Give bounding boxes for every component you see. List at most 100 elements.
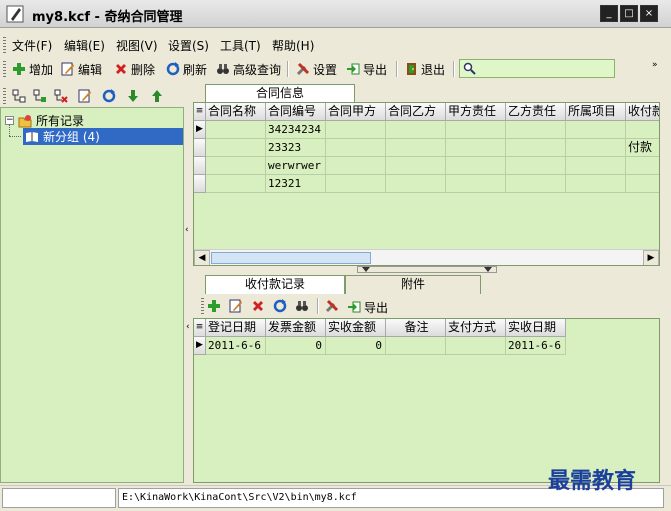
menu-file[interactable]: 文件(F) xyxy=(12,37,52,54)
scroll-left-arrow-icon[interactable]: ◀ xyxy=(194,250,210,265)
grid-cell[interactable] xyxy=(566,121,626,139)
grid-cell[interactable] xyxy=(386,157,446,175)
grid-cell[interactable] xyxy=(446,121,506,139)
grid-cell[interactable]: 付款 xyxy=(626,139,659,157)
refresh-button[interactable]: 刷新 xyxy=(166,60,207,78)
column-header[interactable]: 乙方责任 xyxy=(506,103,566,121)
delete-x-icon[interactable] xyxy=(251,299,265,313)
column-header[interactable]: 收付款 xyxy=(626,103,659,121)
add-button[interactable]: 增加 xyxy=(12,60,53,78)
grid-cell[interactable] xyxy=(386,175,446,193)
tools-icon[interactable] xyxy=(325,299,339,313)
grid-cell[interactable]: 34234234 xyxy=(266,121,326,139)
grid-cell[interactable] xyxy=(626,157,659,175)
grid-cell[interactable] xyxy=(206,121,266,139)
grid-cell[interactable]: 2011-6-6 xyxy=(206,337,266,355)
grid-cell[interactable] xyxy=(326,157,386,175)
refresh-icon[interactable] xyxy=(273,299,287,313)
grid-cell[interactable] xyxy=(326,139,386,157)
grid-cell[interactable] xyxy=(446,175,506,193)
menu-help[interactable]: 帮助(H) xyxy=(272,37,314,54)
delete-button[interactable]: 删除 xyxy=(114,60,155,78)
close-button[interactable]: × xyxy=(640,5,658,22)
grid-options-icon[interactable]: ≡ xyxy=(194,319,206,337)
column-header[interactable]: 合同编号 xyxy=(266,103,326,121)
current-row-indicator-icon[interactable]: ▶ xyxy=(194,337,206,355)
edit-pencil-icon[interactable] xyxy=(229,299,243,313)
grid-options-icon[interactable]: ≡ xyxy=(194,103,206,121)
menu-edit[interactable]: 编辑(E) xyxy=(64,37,105,54)
collapse-down-icon[interactable] xyxy=(362,267,370,272)
grid-cell[interactable] xyxy=(446,337,506,355)
plus-icon[interactable] xyxy=(207,299,221,313)
grid-cell[interactable]: 0 xyxy=(326,337,386,355)
row-header[interactable] xyxy=(194,175,206,193)
settings-button[interactable]: 设置 xyxy=(296,60,337,78)
column-header[interactable]: 所属项目 xyxy=(566,103,626,121)
column-header[interactable]: 发票金额 xyxy=(266,319,326,337)
binoculars-icon[interactable] xyxy=(295,299,309,313)
grid-cell[interactable] xyxy=(506,175,566,193)
exit-button[interactable]: 退出 xyxy=(404,60,445,78)
search-input[interactable] xyxy=(459,59,615,78)
grid-cell[interactable] xyxy=(206,157,266,175)
grid-cell[interactable]: 23323 xyxy=(266,139,326,157)
column-header[interactable]: 合同乙方 xyxy=(386,103,446,121)
grid-cell[interactable]: werwrwer xyxy=(266,157,326,175)
tab-contract-info[interactable]: 合同信息 xyxy=(205,84,355,103)
grid-cell[interactable] xyxy=(506,121,566,139)
minimize-button[interactable]: _ xyxy=(600,5,618,22)
grid-cell[interactable] xyxy=(326,121,386,139)
grid-cell[interactable]: 12321 xyxy=(266,175,326,193)
tab-payment-records[interactable]: 收付款记录 xyxy=(205,275,345,294)
grid-cell[interactable] xyxy=(206,175,266,193)
collapse-down-icon[interactable] xyxy=(484,267,492,272)
grid-cell[interactable] xyxy=(326,175,386,193)
scrollbar-thumb[interactable] xyxy=(211,252,371,264)
move-down-icon[interactable] xyxy=(126,89,140,103)
advanced-search-button[interactable]: 高级查询 xyxy=(216,60,281,78)
column-header[interactable]: 实收日期 xyxy=(506,319,566,337)
grid-cell[interactable] xyxy=(386,139,446,157)
export-button[interactable]: 导出 xyxy=(346,60,387,78)
collapse-left-arrow-icon[interactable]: ‹ xyxy=(185,225,189,235)
grid-cell[interactable] xyxy=(626,175,659,193)
collapse-left-arrow-icon[interactable]: ‹ xyxy=(186,322,190,332)
menu-settings[interactable]: 设置(S) xyxy=(168,37,209,54)
grid-cell[interactable] xyxy=(566,175,626,193)
current-row-indicator-icon[interactable]: ▶ xyxy=(194,121,206,139)
grid-cell[interactable] xyxy=(386,337,446,355)
column-header[interactable]: 支付方式 xyxy=(446,319,506,337)
row-header[interactable] xyxy=(194,139,206,157)
grid-cell[interactable] xyxy=(446,157,506,175)
tree-expand-icon[interactable] xyxy=(12,89,26,103)
menu-tools[interactable]: 工具(T) xyxy=(220,37,261,54)
tree-refresh-icon[interactable] xyxy=(102,89,116,103)
grid-cell[interactable] xyxy=(506,139,566,157)
vertical-splitter[interactable]: ‹ xyxy=(184,85,193,483)
menu-view[interactable]: 视图(V) xyxy=(116,37,158,54)
tree-edit-icon[interactable] xyxy=(78,89,92,103)
column-header[interactable]: 实收金额 xyxy=(326,319,386,337)
move-up-icon[interactable] xyxy=(150,89,164,103)
horizontal-scrollbar[interactable]: ◀ ▶ xyxy=(194,249,659,265)
column-header[interactable]: 登记日期 xyxy=(206,319,266,337)
grid-cell[interactable]: 0 xyxy=(266,337,326,355)
grid-cell[interactable] xyxy=(626,121,659,139)
column-header[interactable]: 甲方责任 xyxy=(446,103,506,121)
toolbar-overflow-chevron-icon[interactable]: » xyxy=(652,60,658,70)
column-header[interactable]: 备注 xyxy=(386,319,446,337)
grid-cell[interactable] xyxy=(566,139,626,157)
tree-add-group-icon[interactable] xyxy=(33,89,47,103)
tab-attachments[interactable]: 附件 xyxy=(345,275,481,294)
edit-button[interactable]: 编辑 xyxy=(61,60,102,78)
grid-cell[interactable] xyxy=(386,121,446,139)
grid-cell[interactable] xyxy=(566,157,626,175)
grid-cell[interactable] xyxy=(506,157,566,175)
maximize-button[interactable]: □ xyxy=(620,5,638,22)
row-header[interactable] xyxy=(194,157,206,175)
tree-node-all-records[interactable]: − 所有记录 xyxy=(5,112,84,129)
grid-cell[interactable] xyxy=(206,139,266,157)
tree-delete-group-icon[interactable] xyxy=(54,89,68,103)
tree-node-new-group[interactable]: 新分组 (4) xyxy=(23,128,183,145)
